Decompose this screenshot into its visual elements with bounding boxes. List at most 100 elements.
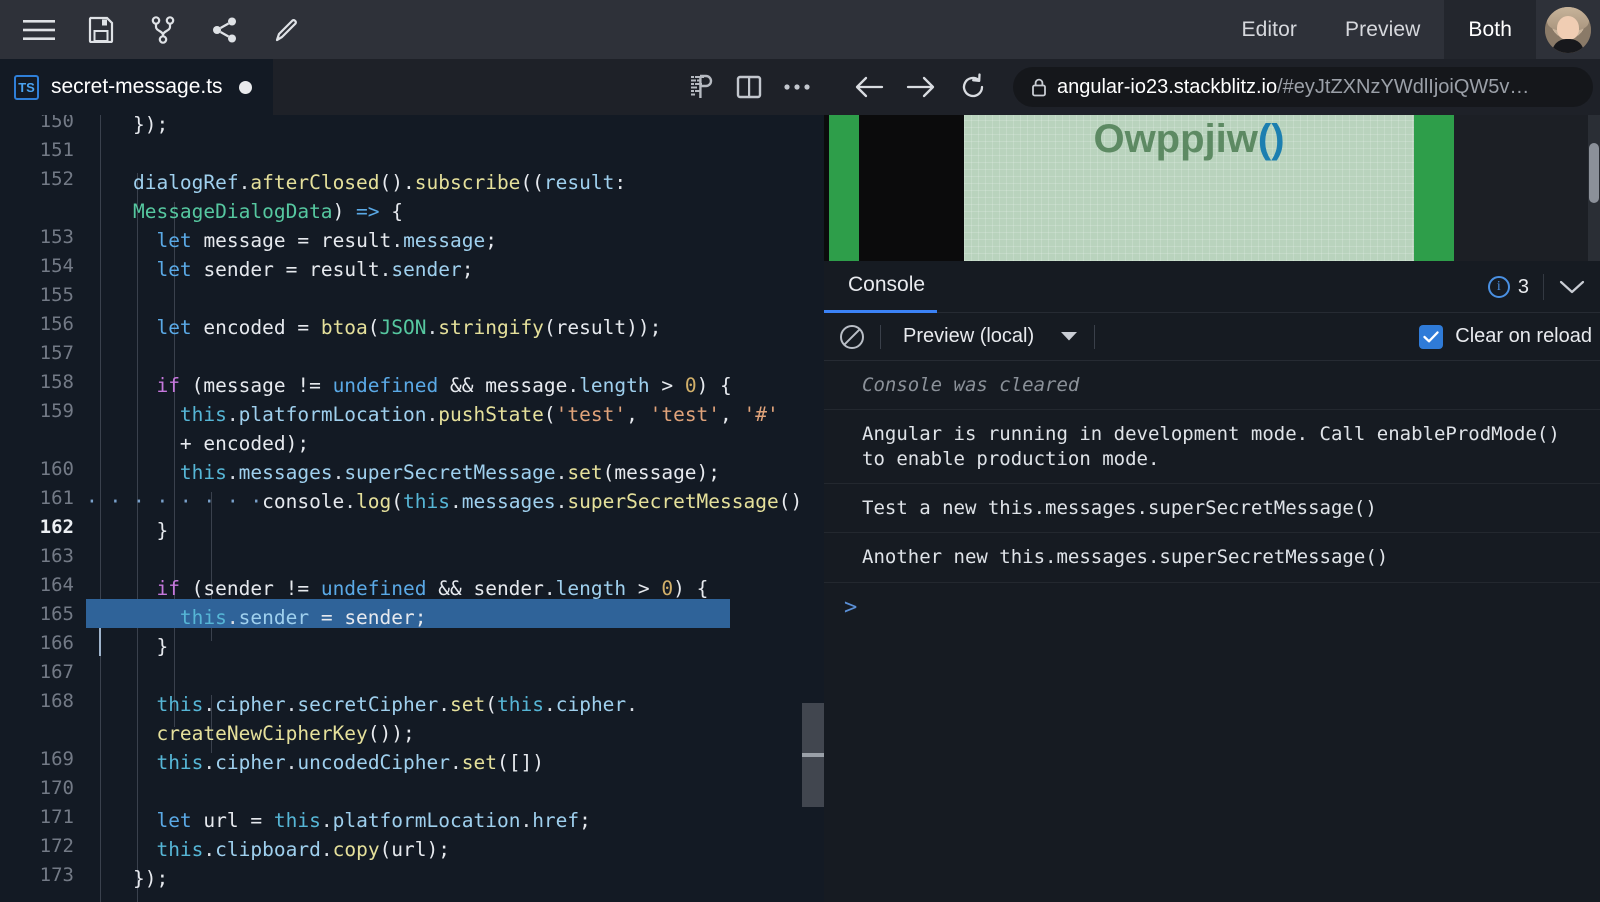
address-bar[interactable]: angular-io23.stackblitz.io/#eyJtZXNzYWdl… — [1013, 67, 1593, 107]
code-area[interactable]: }); dialogRef.afterClosed().subscribe((r… — [86, 115, 824, 902]
share-icon-svg — [212, 17, 238, 43]
line-number: 160 — [40, 458, 74, 480]
prettier-icon[interactable] — [677, 59, 725, 115]
url-path: /#eyJtZXNzYWdlIjoiQW5v… — [1277, 76, 1529, 98]
console-message: Angular is running in development mode. … — [824, 410, 1600, 484]
console-source-select[interactable]: Preview (local) — [881, 325, 1094, 348]
preview-scrollbar-track[interactable] — [1588, 115, 1600, 261]
preview-accent-right — [1414, 115, 1454, 261]
line-number: 156 — [40, 313, 74, 335]
preview-title: Owppjiw() — [964, 117, 1414, 162]
avatar[interactable] — [1536, 0, 1600, 59]
code-line: if (message != undefined && message.leng… — [86, 371, 732, 400]
clear-console-icon[interactable] — [824, 313, 880, 361]
menu-icon[interactable] — [8, 0, 70, 59]
line-number: 163 — [40, 545, 74, 567]
back-icon[interactable] — [843, 59, 895, 115]
console-source-label: Preview (local) — [903, 325, 1034, 348]
console-info-badge[interactable]: i 3 — [1474, 276, 1543, 299]
url-domain: angular-io23.stackblitz.io — [1057, 76, 1277, 98]
save-icon[interactable] — [70, 0, 132, 59]
code-line: let sender = result.sender; — [86, 255, 474, 284]
line-number: 170 — [40, 777, 74, 799]
console-message: Test a new this.messages.superSecretMess… — [824, 484, 1600, 533]
chevron-down-icon-svg — [1559, 279, 1585, 295]
edit-icon[interactable] — [256, 0, 318, 59]
preview-title-text: Owppjiw — [1093, 117, 1257, 161]
console-header: Console i 3 — [824, 261, 1600, 313]
line-number-gutter: 1501511521531541551561571581591601611621… — [0, 115, 86, 902]
line-number: 164 — [40, 574, 74, 596]
toolbar-separator-2 — [1094, 325, 1095, 349]
code-line: · · · · · · · ·console.log(this.messages… — [86, 487, 814, 516]
info-icon: i — [1488, 276, 1510, 298]
line-number: 173 — [40, 864, 74, 886]
code-line: if (sender != undefined && sender.length… — [86, 574, 708, 603]
avatar-face — [1557, 16, 1579, 40]
fork-icon[interactable] — [132, 0, 194, 59]
address-bar-text: angular-io23.stackblitz.io/#eyJtZXNzYWdl… — [1057, 76, 1529, 99]
clear-on-reload-checkbox[interactable] — [1419, 325, 1443, 349]
toolbar-icon-group — [0, 0, 318, 59]
check-icon — [1423, 331, 1439, 343]
tab-and-browser-bar: TS secret-message.ts — [0, 59, 1600, 115]
code-line: + encoded); — [86, 429, 309, 458]
avatar-image — [1545, 7, 1591, 53]
code-line: } — [86, 516, 168, 545]
console-info-count: 3 — [1518, 276, 1529, 299]
clear-on-reload-toggle[interactable]: Clear on reload — [1419, 325, 1592, 349]
line-number: 157 — [40, 342, 74, 364]
line-number: 151 — [40, 139, 74, 161]
app-preview-frame[interactable]: Owppjiw() — [824, 115, 1600, 261]
file-tab-secret-message[interactable]: TS secret-message.ts — [0, 59, 273, 115]
unsaved-changes-dot — [239, 81, 252, 94]
tab-both[interactable]: Both — [1444, 0, 1536, 59]
line-number: 165 — [40, 603, 74, 625]
split-editor-icon[interactable] — [725, 59, 773, 115]
clear-console-icon-svg — [838, 323, 866, 351]
typescript-icon: TS — [14, 75, 39, 100]
console-message: Console was cleared — [824, 361, 1600, 410]
console-message: Another new this.messages.superSecretMes… — [824, 533, 1600, 582]
editor-scrollbar-thumb[interactable] — [802, 703, 824, 753]
preview-title-caret: () — [1258, 117, 1285, 161]
file-tab-label: secret-message.ts — [51, 75, 223, 99]
forward-icon-svg — [906, 75, 936, 99]
line-number: 161 — [40, 487, 74, 509]
line-number: 153 — [40, 226, 74, 248]
forward-icon[interactable] — [895, 59, 947, 115]
tab-console[interactable]: Console — [824, 261, 937, 313]
reload-icon-svg — [959, 73, 987, 101]
code-editor[interactable]: 1501511521531541551561571581591601611621… — [0, 115, 824, 902]
line-number: 172 — [40, 835, 74, 857]
line-number: 168 — [40, 690, 74, 712]
code-line: this.platformLocation.pushState('test', … — [86, 400, 779, 429]
edit-icon-svg — [274, 17, 300, 43]
console-input-prompt[interactable]: > — [824, 583, 1600, 632]
fork-icon-svg — [151, 16, 175, 44]
more-options-icon[interactable] — [773, 59, 821, 115]
code-line: this.sender = sender; — [86, 603, 427, 632]
tab-preview[interactable]: Preview — [1321, 0, 1444, 59]
chevron-down-icon[interactable] — [1544, 261, 1600, 313]
prettier-icon-svg — [689, 74, 713, 100]
tabbar-right: angular-io23.stackblitz.io/#eyJtZXNzYWdl… — [273, 59, 1600, 115]
editor-action-icons — [677, 59, 821, 115]
reload-icon[interactable] — [947, 59, 999, 115]
code-line: }); — [86, 115, 168, 139]
editor-scrollbar-thumb-lower[interactable] — [802, 757, 824, 807]
browser-nav-bar: angular-io23.stackblitz.io/#eyJtZXNzYWdl… — [843, 59, 1593, 115]
preview-scrollbar-thumb[interactable] — [1589, 143, 1599, 203]
code-line: } — [86, 632, 168, 661]
split-editor-icon-svg — [736, 75, 762, 99]
line-number: 159 — [40, 400, 74, 422]
code-line: this.messages.superSecretMessage.set(mes… — [86, 458, 720, 487]
tab-editor[interactable]: Editor — [1218, 0, 1321, 59]
line-number: 171 — [40, 806, 74, 828]
chevron-down-icon — [1060, 331, 1078, 342]
line-number: 155 — [40, 284, 74, 306]
code-line: this.cipher.uncodedCipher.set([]) — [86, 748, 544, 777]
menu-icon-svg — [23, 19, 55, 41]
share-icon[interactable] — [194, 0, 256, 59]
line-number: 162 — [40, 516, 74, 538]
